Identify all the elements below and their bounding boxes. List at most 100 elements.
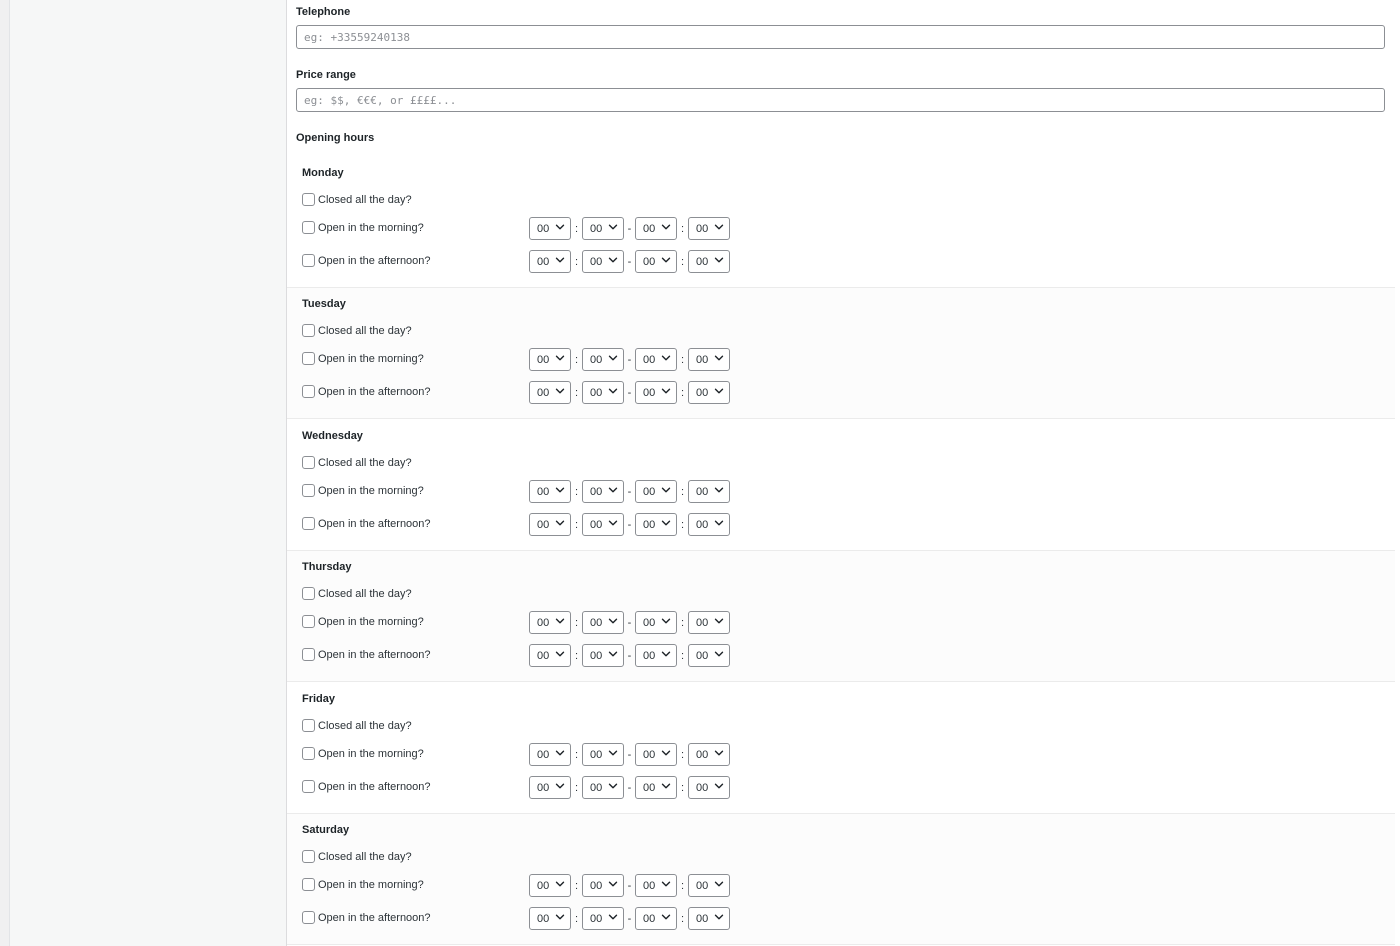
afternoon-option[interactable]: Open in the afternoon?	[302, 780, 431, 793]
morning-option[interactable]: Open in the morning?	[302, 484, 424, 497]
checkbox-unchecked-icon[interactable]	[302, 484, 315, 497]
morning-end-hour-select[interactable]: 00	[635, 611, 677, 634]
afternoon-start-minute-select[interactable]: 00	[582, 250, 624, 273]
morning-option[interactable]: Open in the morning?	[302, 747, 424, 760]
checkbox-unchecked-icon[interactable]	[302, 850, 315, 863]
morning-start-minute-select[interactable]: 00	[582, 217, 624, 240]
afternoon-option[interactable]: Open in the afternoon?	[302, 254, 431, 267]
telephone-label: Telephone	[296, 6, 351, 18]
afternoon-end-minute-select[interactable]: 00	[688, 250, 730, 273]
select-value: 00	[537, 255, 550, 268]
morning-start-hour-select[interactable]: 00	[529, 217, 571, 240]
closed-option[interactable]: Closed all the day?	[302, 850, 412, 863]
morning-start-hour-select[interactable]: 00	[529, 874, 571, 897]
afternoon-start-hour-select[interactable]: 00	[529, 381, 571, 404]
afternoon-end-hour-select[interactable]: 00	[635, 907, 677, 930]
morning-end-minute-select[interactable]: 00	[688, 874, 730, 897]
checkbox-unchecked-icon[interactable]	[302, 456, 315, 469]
morning-start-minute-select[interactable]: 00	[582, 743, 624, 766]
afternoon-start-minute-select[interactable]: 00	[582, 513, 624, 536]
morning-option[interactable]: Open in the morning?	[302, 878, 424, 891]
checkbox-unchecked-icon[interactable]	[302, 587, 315, 600]
afternoon-option-label: Open in the afternoon?	[318, 648, 431, 661]
afternoon-start-hour-select[interactable]: 00	[529, 513, 571, 536]
morning-end-hour-select[interactable]: 00	[635, 743, 677, 766]
morning-end-minute-select[interactable]: 00	[688, 348, 730, 371]
afternoon-end-hour-select[interactable]: 00	[635, 776, 677, 799]
checkbox-unchecked-icon[interactable]	[302, 193, 315, 206]
checkbox-unchecked-icon[interactable]	[302, 648, 315, 661]
afternoon-end-minute-select[interactable]: 00	[688, 644, 730, 667]
morning-start-hour-select[interactable]: 00	[529, 743, 571, 766]
checkbox-unchecked-icon[interactable]	[302, 385, 315, 398]
morning-end-hour-select[interactable]: 00	[635, 217, 677, 240]
checkbox-unchecked-icon[interactable]	[302, 878, 315, 891]
morning-end-hour-select[interactable]: 00	[635, 348, 677, 371]
afternoon-option[interactable]: Open in the afternoon?	[302, 648, 431, 661]
checkbox-unchecked-icon[interactable]	[302, 352, 315, 365]
afternoon-end-hour-select[interactable]: 00	[635, 513, 677, 536]
morning-option[interactable]: Open in the morning?	[302, 221, 424, 234]
morning-start-minute-select[interactable]: 00	[582, 480, 624, 503]
morning-start-minute-select[interactable]: 00	[582, 874, 624, 897]
afternoon-start-minute-select[interactable]: 00	[582, 381, 624, 404]
closed-option-label: Closed all the day?	[318, 850, 412, 863]
afternoon-end-minute-select[interactable]: 00	[688, 907, 730, 930]
afternoon-option[interactable]: Open in the afternoon?	[302, 517, 431, 530]
checkbox-unchecked-icon[interactable]	[302, 254, 315, 267]
morning-option[interactable]: Open in the morning?	[302, 352, 424, 365]
checkbox-unchecked-icon[interactable]	[302, 221, 315, 234]
morning-end-minute-select[interactable]: 00	[688, 743, 730, 766]
closed-option[interactable]: Closed all the day?	[302, 324, 412, 337]
day-name: Friday	[302, 693, 336, 705]
morning-option-label: Open in the morning?	[318, 878, 424, 891]
closed-option[interactable]: Closed all the day?	[302, 193, 412, 206]
afternoon-end-minute-select[interactable]: 00	[688, 513, 730, 536]
afternoon-start-minute-select[interactable]: 00	[582, 644, 624, 667]
checkbox-unchecked-icon[interactable]	[302, 324, 315, 337]
morning-start-hour-select[interactable]: 00	[529, 611, 571, 634]
afternoon-option[interactable]: Open in the afternoon?	[302, 385, 431, 398]
afternoon-end-hour-select[interactable]: 00	[635, 381, 677, 404]
closed-option[interactable]: Closed all the day?	[302, 456, 412, 469]
afternoon-start-minute-select[interactable]: 00	[582, 776, 624, 799]
chevron-down-icon	[555, 255, 565, 268]
afternoon-end-minute-select[interactable]: 00	[688, 381, 730, 404]
select-value: 00	[590, 255, 603, 268]
morning-end-minute-select[interactable]: 00	[688, 480, 730, 503]
afternoon-end-minute-select[interactable]: 00	[688, 776, 730, 799]
afternoon-start-hour-select[interactable]: 00	[529, 644, 571, 667]
checkbox-unchecked-icon[interactable]	[302, 747, 315, 760]
time-separator: -	[627, 879, 632, 892]
checkbox-unchecked-icon[interactable]	[302, 719, 315, 732]
chevron-down-icon	[555, 353, 565, 366]
morning-start-minute-select[interactable]: 00	[582, 611, 624, 634]
afternoon-option[interactable]: Open in the afternoon?	[302, 911, 431, 924]
checkbox-unchecked-icon[interactable]	[302, 615, 315, 628]
morning-start-minute-select[interactable]: 00	[582, 348, 624, 371]
telephone-input[interactable]	[296, 25, 1385, 49]
afternoon-start-hour-select[interactable]: 00	[529, 776, 571, 799]
morning-end-minute-select[interactable]: 00	[688, 217, 730, 240]
afternoon-start-hour-select[interactable]: 00	[529, 907, 571, 930]
afternoon-time-range: 00:00-00:00	[529, 907, 730, 930]
afternoon-end-hour-select[interactable]: 00	[635, 644, 677, 667]
checkbox-unchecked-icon[interactable]	[302, 911, 315, 924]
morning-end-minute-select[interactable]: 00	[688, 611, 730, 634]
morning-start-hour-select[interactable]: 00	[529, 348, 571, 371]
afternoon-start-hour-select[interactable]: 00	[529, 250, 571, 273]
morning-end-hour-select[interactable]: 00	[635, 874, 677, 897]
morning-option[interactable]: Open in the morning?	[302, 615, 424, 628]
closed-option[interactable]: Closed all the day?	[302, 719, 412, 732]
chevron-down-icon	[608, 518, 618, 531]
closed-option[interactable]: Closed all the day?	[302, 587, 412, 600]
chevron-down-icon	[608, 649, 618, 662]
checkbox-unchecked-icon[interactable]	[302, 517, 315, 530]
time-separator: :	[574, 386, 579, 399]
morning-start-hour-select[interactable]: 00	[529, 480, 571, 503]
afternoon-end-hour-select[interactable]: 00	[635, 250, 677, 273]
checkbox-unchecked-icon[interactable]	[302, 780, 315, 793]
afternoon-start-minute-select[interactable]: 00	[582, 907, 624, 930]
price-range-input[interactable]	[296, 88, 1385, 112]
morning-end-hour-select[interactable]: 00	[635, 480, 677, 503]
